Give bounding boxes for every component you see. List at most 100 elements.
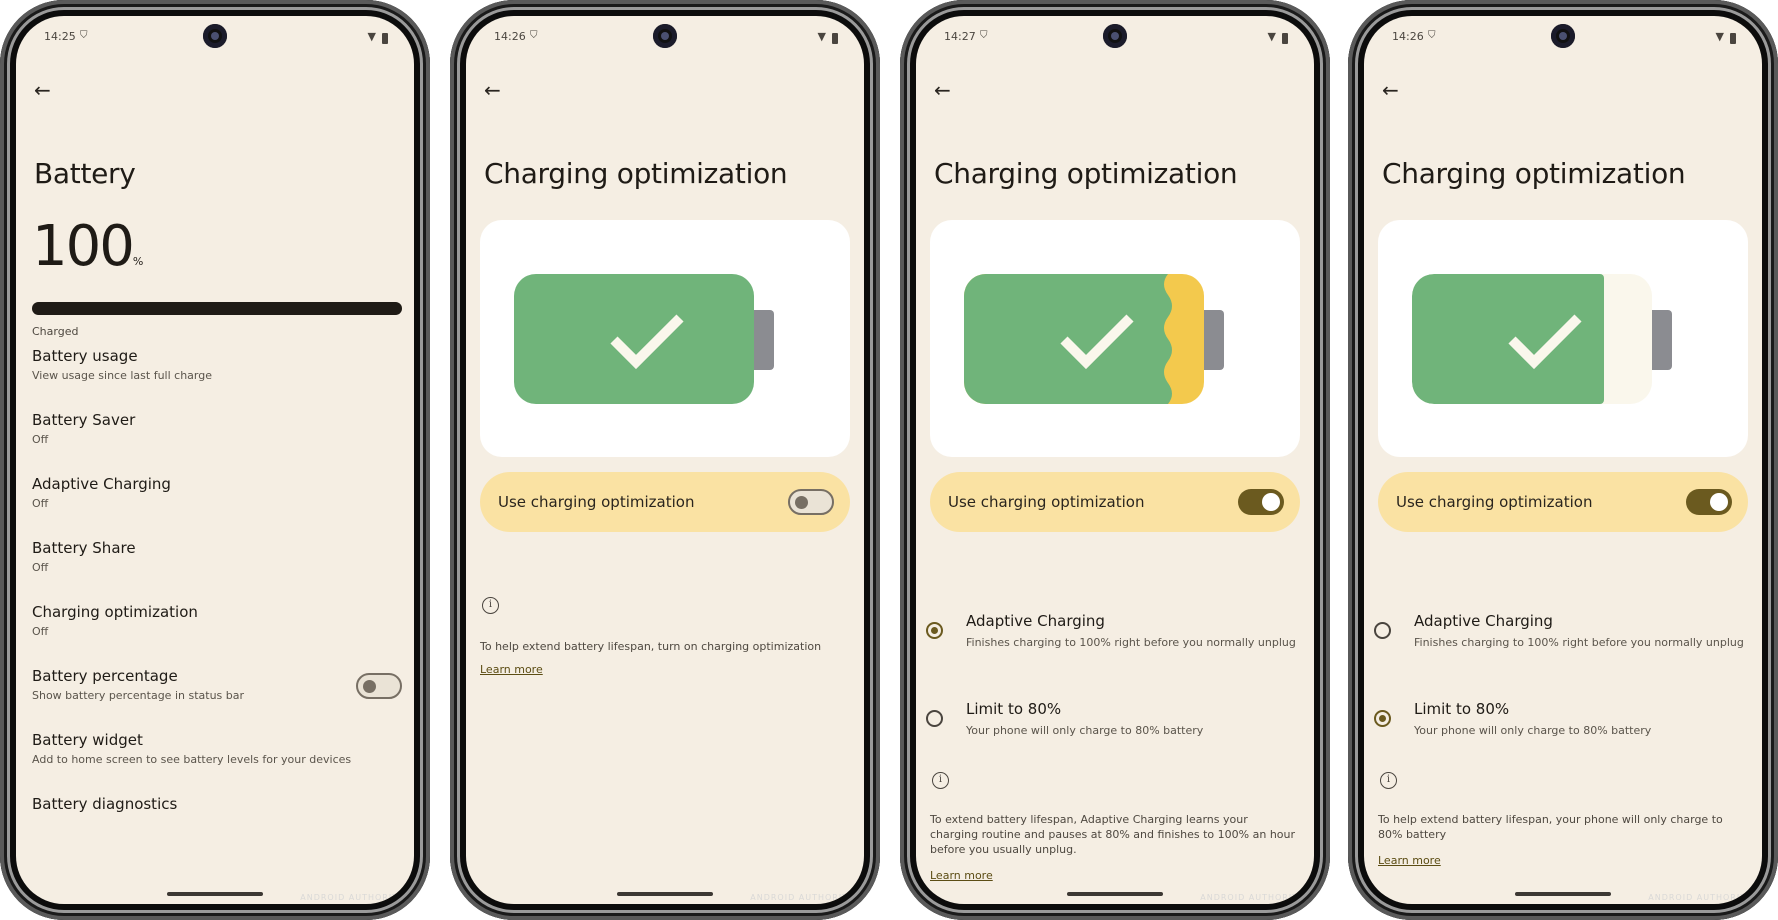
battery-illustration-card — [480, 220, 850, 457]
watermark: ANDROID AUTHORITY — [750, 893, 854, 902]
screen: 14:27 ⛉ ▼ ← Charging optimization Use ch… — [916, 16, 1314, 904]
info-text: To help extend battery lifespan, your ph… — [1378, 813, 1723, 841]
battery-illustration — [1412, 274, 1672, 404]
use-charging-optimization-row[interactable]: Use charging optimization — [480, 472, 850, 532]
status-time: 14:25 — [44, 30, 76, 43]
toggle-label: Use charging optimization — [1396, 493, 1593, 511]
status-time: 14:26 — [1392, 30, 1424, 43]
radio-button[interactable] — [1374, 622, 1391, 639]
radio-button-selected[interactable] — [926, 622, 943, 639]
use-charging-optimization-row[interactable]: Use charging optimization — [930, 472, 1300, 532]
radio-button-selected[interactable] — [1374, 710, 1391, 727]
watermark: ANDROID AUTHORITY — [1648, 893, 1752, 902]
camera-cutout — [1551, 24, 1575, 48]
home-indicator[interactable] — [617, 892, 713, 896]
watermark: ANDROID AUTHORITY — [300, 893, 404, 902]
setting-subtitle: Add to home screen to see battery levels… — [32, 753, 352, 766]
charging-optimization-toggle[interactable] — [788, 489, 834, 515]
setting-battery-usage[interactable]: Battery usage View usage since last full… — [32, 347, 402, 397]
toggle-knob — [1710, 493, 1728, 511]
learn-more-link[interactable]: Learn more — [930, 869, 993, 882]
vpn-key-icon: ⛉ — [80, 30, 88, 41]
battery-terminal — [754, 310, 774, 370]
checkmark-icon — [610, 314, 684, 370]
toggle-knob — [363, 680, 376, 693]
learn-more-link[interactable]: Learn more — [1378, 854, 1441, 867]
info-text: To help extend battery lifespan, turn on… — [480, 640, 822, 653]
battery-percentage-unit: % — [132, 255, 144, 268]
page-title: Charging optimization — [1382, 157, 1686, 190]
screen: 14:26 ⛉ ▼ ← Charging optimization Use ch… — [466, 16, 864, 904]
page-title: Charging optimization — [484, 157, 788, 190]
option-title: Limit to 80% — [1414, 700, 1510, 718]
toggle-knob — [795, 496, 808, 509]
back-arrow-icon[interactable]: ← — [1382, 78, 1399, 102]
info-text: To extend battery lifespan, Adaptive Cha… — [930, 813, 1296, 856]
home-indicator[interactable] — [167, 892, 263, 896]
option-adaptive-charging[interactable]: Adaptive Charging Finishes charging to 1… — [926, 612, 1300, 662]
setting-battery-diagnostics[interactable]: Battery diagnostics — [32, 795, 402, 845]
info-icon: i — [932, 772, 949, 789]
charge-status-label: Charged — [32, 325, 79, 338]
option-subtitle: Your phone will only charge to 80% batte… — [966, 724, 1204, 737]
setting-battery-saver[interactable]: Battery Saver Off — [32, 411, 402, 461]
toggle-label: Use charging optimization — [498, 493, 695, 511]
status-time: 14:27 — [944, 30, 976, 43]
back-arrow-icon[interactable]: ← — [34, 78, 51, 102]
battery-level-bar — [32, 302, 402, 315]
info-icon: i — [1380, 772, 1397, 789]
option-subtitle: Finishes charging to 100% right before y… — [1414, 636, 1744, 649]
setting-subtitle: View usage since last full charge — [32, 369, 212, 382]
home-indicator[interactable] — [1067, 892, 1163, 896]
setting-subtitle: Off — [32, 561, 49, 574]
setting-adaptive-charging[interactable]: Adaptive Charging Off — [32, 475, 402, 525]
battery-percentage-value: 100 — [32, 214, 135, 279]
use-charging-optimization-row[interactable]: Use charging optimization — [1378, 472, 1748, 532]
toggle-label: Use charging optimization — [948, 493, 1145, 511]
home-indicator[interactable] — [1515, 892, 1611, 896]
checkmark-icon — [1508, 314, 1582, 370]
phone-adaptive-charging: 14:27 ⛉ ▼ ← Charging optimization Use ch… — [900, 0, 1330, 920]
battery-illustration — [964, 274, 1224, 404]
option-limit-80[interactable]: Limit to 80% Your phone will only charge… — [1374, 700, 1748, 740]
charging-optimization-toggle[interactable] — [1238, 489, 1284, 515]
setting-subtitle: Off — [32, 433, 49, 446]
camera-cutout — [653, 24, 677, 48]
setting-title: Battery diagnostics — [32, 795, 178, 813]
wifi-icon: ▼ — [367, 30, 376, 43]
status-time: 14:26 — [494, 30, 526, 43]
info-icon: i — [482, 597, 499, 614]
setting-battery-percentage[interactable]: Battery percentage Show battery percenta… — [32, 667, 402, 717]
battery-icon — [1730, 33, 1736, 44]
screen: 14:26 ⛉ ▼ ← Charging optimization Use ch… — [1364, 16, 1762, 904]
wifi-icon: ▼ — [817, 30, 826, 43]
toggle-knob — [1262, 493, 1280, 511]
setting-title: Battery percentage — [32, 667, 178, 685]
battery-icon — [1282, 33, 1288, 44]
charging-optimization-toggle[interactable] — [1686, 489, 1732, 515]
option-adaptive-charging[interactable]: Adaptive Charging Finishes charging to 1… — [1374, 612, 1748, 662]
battery-terminal — [1204, 310, 1224, 370]
setting-battery-share[interactable]: Battery Share Off — [32, 539, 402, 589]
setting-title: Battery Saver — [32, 411, 136, 429]
option-limit-80[interactable]: Limit to 80% Your phone will only charge… — [926, 700, 1300, 740]
radio-button[interactable] — [926, 710, 943, 727]
setting-subtitle: Show battery percentage in status bar — [32, 689, 245, 702]
learn-more-link[interactable]: Learn more — [480, 663, 543, 676]
setting-title: Battery Share — [32, 539, 136, 557]
battery-percentage-toggle[interactable] — [356, 673, 402, 699]
setting-title: Battery usage — [32, 347, 138, 365]
phone-battery-screen: 14:25 ⛉ ▼ ← Battery 100% Charged Battery… — [0, 0, 430, 920]
back-arrow-icon[interactable]: ← — [484, 78, 501, 102]
option-title: Adaptive Charging — [966, 612, 1105, 630]
phone-charging-optimization-off: 14:26 ⛉ ▼ ← Charging optimization Use ch… — [450, 0, 880, 920]
setting-charging-optimization[interactable]: Charging optimization Off — [32, 603, 402, 653]
setting-title: Adaptive Charging — [32, 475, 171, 493]
setting-battery-widget[interactable]: Battery widget Add to home screen to see… — [32, 731, 402, 781]
setting-subtitle: Off — [32, 625, 49, 638]
page-title: Charging optimization — [934, 157, 1238, 190]
option-title: Limit to 80% — [966, 700, 1062, 718]
vpn-key-icon: ⛉ — [1428, 30, 1436, 41]
back-arrow-icon[interactable]: ← — [934, 78, 951, 102]
option-title: Adaptive Charging — [1414, 612, 1553, 630]
